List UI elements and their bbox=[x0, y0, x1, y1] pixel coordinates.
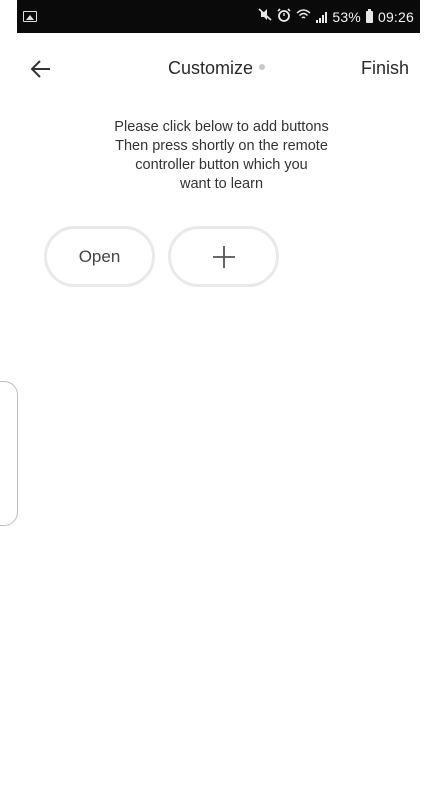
instruction-line: Then press shortly on the remote bbox=[115, 138, 328, 154]
open-remote-button[interactable]: Open bbox=[44, 226, 155, 287]
add-button[interactable] bbox=[168, 226, 279, 287]
plus-icon bbox=[212, 245, 235, 268]
instruction-line: controller button which you bbox=[135, 157, 308, 173]
instructions: Please click below to add buttons Then p… bbox=[0, 118, 433, 194]
battery-percent: 53% bbox=[332, 8, 361, 25]
alarm-icon bbox=[277, 7, 291, 26]
mute-icon bbox=[258, 8, 272, 25]
side-drawer-handle[interactable] bbox=[0, 381, 18, 526]
status-right: 53% 09:26 bbox=[258, 7, 420, 26]
status-left bbox=[17, 11, 37, 22]
page-title: Customize bbox=[167, 58, 254, 78]
clock: 09:26 bbox=[377, 8, 414, 25]
instruction-line: want to learn bbox=[179, 176, 264, 192]
signal-icon bbox=[316, 11, 328, 23]
status-bar: 53% 09:26 bbox=[17, 0, 420, 33]
battery-icon bbox=[365, 8, 373, 23]
wifi-icon bbox=[296, 8, 311, 25]
finish-button[interactable]: Finish bbox=[361, 58, 409, 79]
app-header: Customize Finish bbox=[0, 48, 433, 92]
gallery-icon bbox=[23, 11, 37, 22]
instruction-line: Please click below to add buttons bbox=[114, 119, 329, 135]
title-status-dot bbox=[259, 64, 266, 71]
